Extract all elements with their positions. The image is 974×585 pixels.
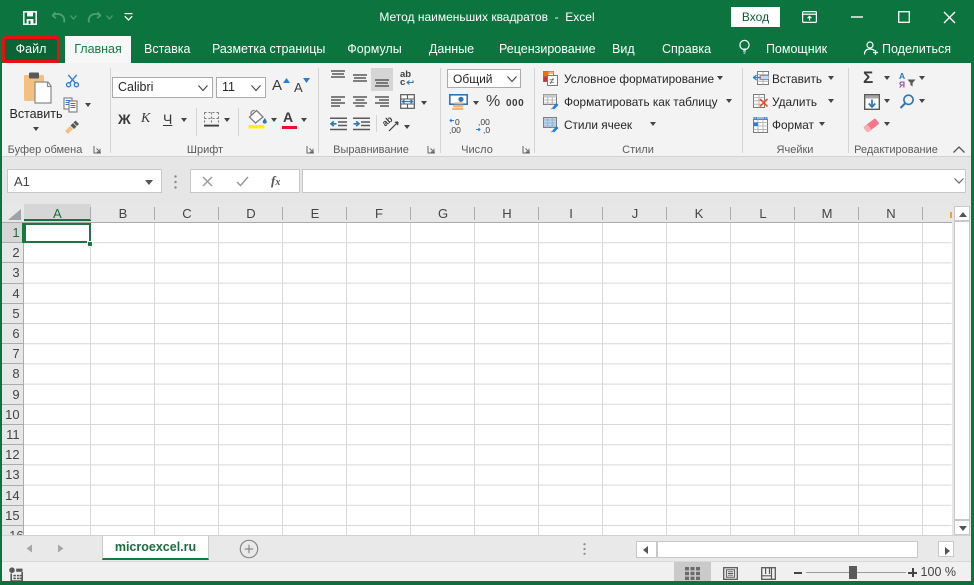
svg-text:,0: ,0: [483, 125, 490, 135]
svg-text:Я: Я: [899, 80, 905, 89]
svg-text:,00: ,00: [449, 125, 461, 135]
svg-text:c: c: [400, 77, 405, 85]
svg-text:≠: ≠: [550, 76, 555, 86]
